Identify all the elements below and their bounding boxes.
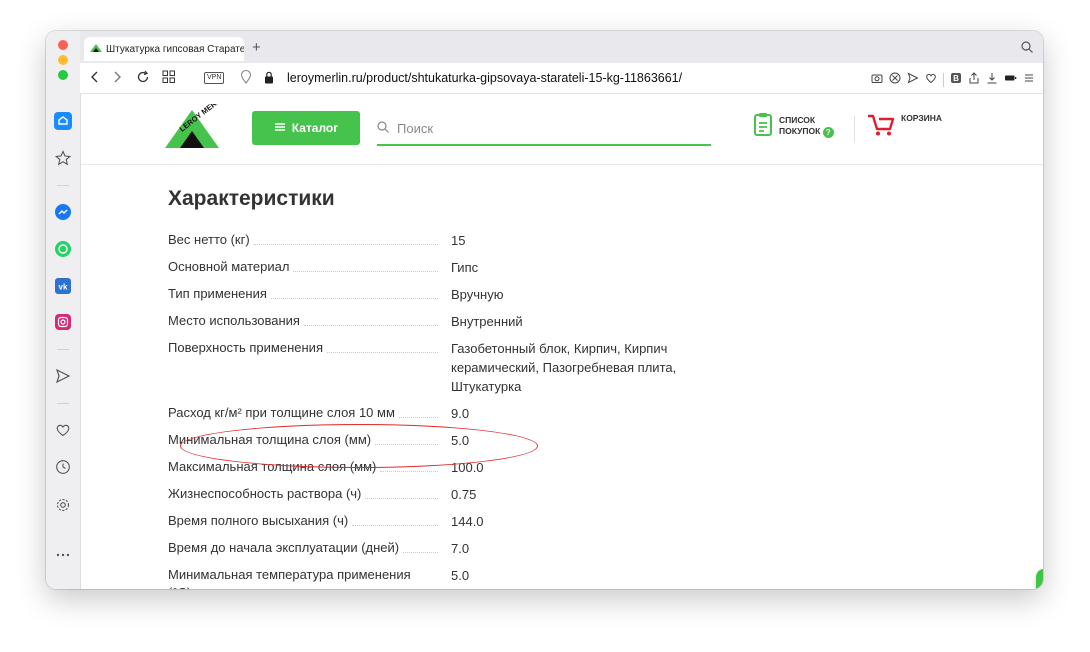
menu-icon[interactable]	[1023, 71, 1035, 89]
specs-title: Характеристики	[168, 187, 335, 210]
close-window-button[interactable]	[58, 40, 68, 50]
site-header: LEROY MERLIN Каталог СПИСО	[81, 92, 1043, 165]
spec-value: Газобетонный блок, Кирпич, Кирпич керами…	[451, 341, 677, 394]
bookmark-heart-icon[interactable]	[925, 71, 937, 89]
spec-value: Вручную	[451, 287, 504, 302]
spec-value: Внутренний	[451, 314, 523, 329]
maximize-window-button[interactable]	[58, 70, 68, 80]
highlight-ellipse	[180, 424, 538, 468]
tab-title: Штукатурка гипсовая Старате	[106, 43, 244, 55]
spec-name: Тип применения	[168, 285, 271, 303]
leroy-merlin-logo[interactable]: LEROY MERLIN	[163, 92, 228, 157]
heart-icon[interactable]	[54, 421, 72, 439]
tab-search-icon[interactable]	[1021, 40, 1033, 58]
tab-product-page[interactable]: Штукатурка гипсовая Старате	[84, 37, 244, 61]
battery-icon	[1004, 71, 1017, 89]
shopping-list-link[interactable]: СПИСОК ПОКУПОК ?	[753, 112, 834, 141]
spec-name: Место использования	[168, 312, 304, 330]
speed-dial-icon[interactable]	[162, 70, 176, 87]
search-input[interactable]	[395, 119, 699, 137]
messenger-icon[interactable]	[54, 203, 72, 221]
camera-icon[interactable]	[871, 71, 883, 89]
browser-sidebar: vk	[46, 31, 81, 589]
spec-name: Время до начала эксплуатации (дней)	[168, 539, 404, 557]
help-badge-icon[interactable]: ?	[822, 126, 834, 138]
spec-value: 9.0	[451, 406, 470, 421]
hamburger-icon	[274, 121, 286, 135]
address-bar: VPN leroymerlin.ru/product/shtukaturka-g…	[80, 63, 1043, 94]
feedback-button[interactable]	[1036, 569, 1043, 589]
spec-value: 5.0	[451, 568, 470, 583]
shopping-list-label-2: ПОКУПОК	[779, 126, 821, 137]
adblock-icon[interactable]	[889, 71, 901, 89]
spec-value: Гипс	[451, 260, 479, 275]
send-icon[interactable]	[54, 367, 72, 385]
star-icon[interactable]	[54, 149, 72, 167]
shopping-list-label-1: СПИСОК	[779, 115, 816, 126]
catalog-button[interactable]: Каталог	[252, 111, 360, 145]
extension-b-icon[interactable]: B	[950, 71, 962, 89]
spec-name: Минимальная температура применения (°C)	[168, 566, 432, 589]
spec-name: Жизнеспособность раствора (ч)	[168, 485, 366, 503]
cart-label: КОРЗИНА	[901, 113, 943, 123]
reload-icon[interactable]	[136, 70, 150, 87]
svg-text:vk: vk	[59, 283, 68, 292]
vk-icon[interactable]: vk	[54, 277, 72, 295]
settings-gear-icon[interactable]	[54, 496, 72, 514]
spec-value: 144.0	[451, 514, 484, 529]
cart-icon	[867, 112, 895, 141]
location-pin-icon[interactable]	[240, 69, 252, 87]
search-field	[377, 112, 711, 146]
new-tab-button[interactable]: +	[252, 39, 261, 56]
spec-name: Расход кг/м² при толщине слоя 10 мм	[168, 404, 399, 422]
spec-name: Основной материал	[168, 258, 294, 276]
search-icon	[377, 120, 389, 136]
download-icon[interactable]	[986, 71, 998, 89]
back-button[interactable]	[90, 70, 100, 87]
spec-value: 7.0	[451, 541, 470, 556]
spec-name: Поверхность применения	[168, 339, 327, 357]
spec-name: Вес нетто (кг)	[168, 231, 254, 249]
history-icon[interactable]	[54, 458, 72, 476]
url-field[interactable]: leroymerlin.ru/product/shtukaturka-gipso…	[287, 71, 682, 85]
minimize-window-button[interactable]	[58, 55, 68, 65]
vpn-badge[interactable]: VPN	[204, 72, 225, 84]
leroy-merlin-favicon-icon	[90, 43, 102, 55]
cart-link[interactable]: КОРЗИНА	[867, 112, 942, 141]
spec-name: Время полного высыхания (ч)	[168, 512, 353, 530]
spec-value: 15	[451, 233, 466, 248]
address-bar-actions: B	[871, 71, 1035, 89]
catalog-label: Каталог	[291, 121, 339, 135]
spec-value: 0.75	[451, 487, 477, 502]
send-page-icon[interactable]	[907, 71, 919, 89]
instagram-icon[interactable]	[54, 313, 72, 331]
whatsapp-icon[interactable]	[54, 240, 72, 258]
forward-button[interactable]	[112, 70, 122, 87]
svg-text:B: B	[953, 74, 959, 83]
lock-icon[interactable]	[264, 71, 274, 87]
browser-window: vk Штукатурка гипсовая Старате + VPN ler…	[46, 31, 1043, 589]
share-icon[interactable]	[968, 71, 980, 89]
tab-bar: Штукатурка гипсовая Старате +	[80, 31, 1043, 63]
home-icon[interactable]	[54, 112, 72, 130]
shopping-list-icon	[753, 112, 773, 141]
more-icon[interactable]	[54, 546, 72, 564]
page-content: LEROY MERLIN Каталог СПИСО	[81, 92, 1043, 589]
